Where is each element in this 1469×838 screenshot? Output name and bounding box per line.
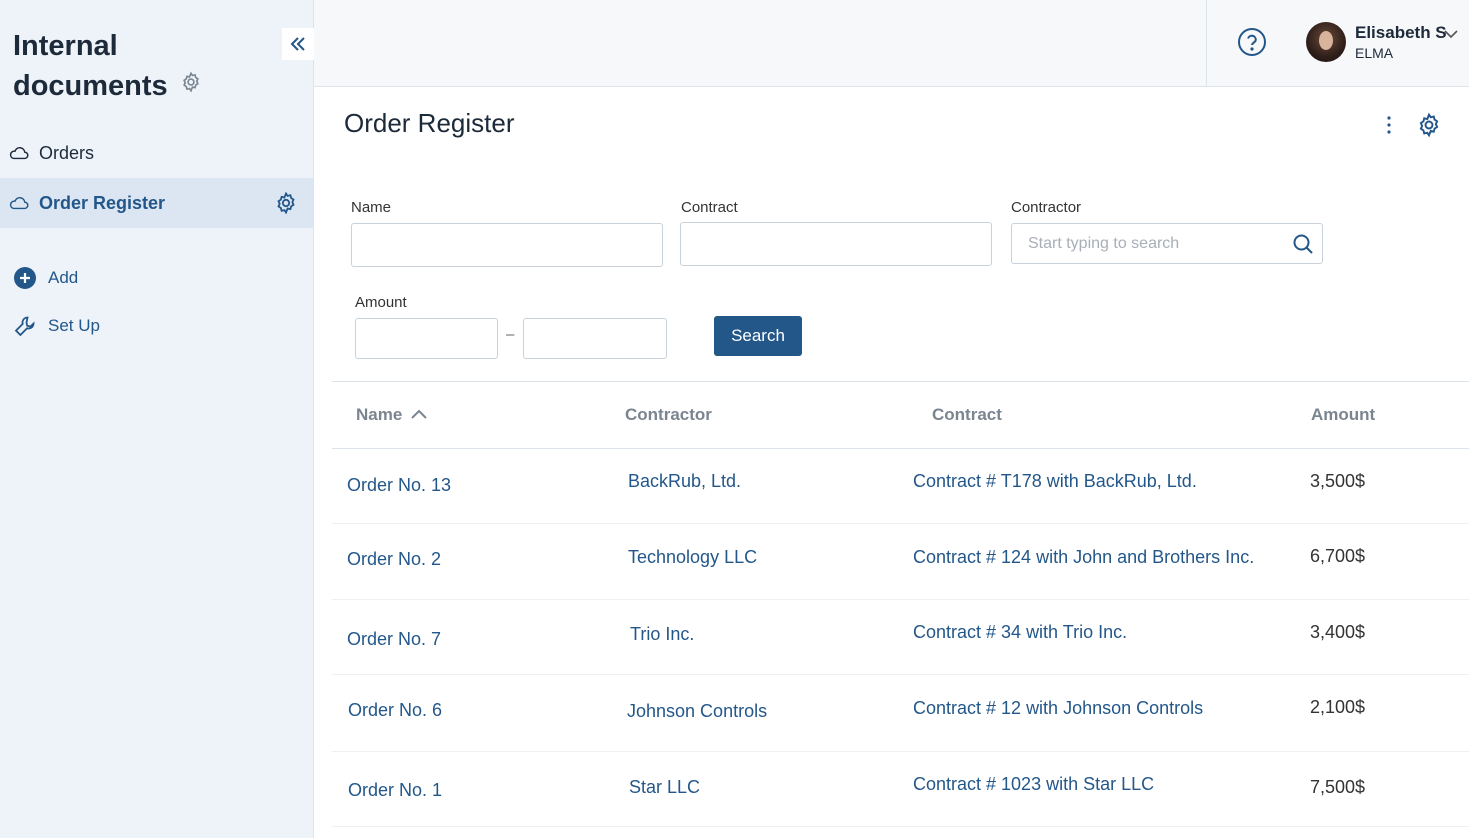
order-name-link[interactable]: Order No. 1	[348, 780, 442, 801]
amount-value: 7,500$	[1310, 777, 1366, 797]
topbar-divider	[1206, 0, 1207, 87]
row-divider	[332, 599, 1469, 600]
sidebar-item-orders[interactable]: Orders	[0, 128, 313, 178]
row-divider	[332, 751, 1469, 752]
contract-link[interactable]: Contract # T178 with BackRub, Ltd.	[913, 471, 1197, 492]
cloud-icon	[9, 196, 29, 210]
contractor-link[interactable]: Technology LLC	[628, 547, 757, 568]
amount-from-input[interactable]	[355, 318, 498, 359]
wrench-icon	[14, 316, 35, 337]
collapse-sidebar-button[interactable]	[282, 28, 314, 60]
user-org: ELMA	[1355, 45, 1394, 61]
range-separator: –	[506, 326, 515, 343]
amount-value: 2,100$	[1310, 697, 1366, 717]
row-divider	[332, 674, 1469, 675]
contract-link[interactable]: Contract # 1023 with Star LLC	[913, 774, 1154, 795]
search-icon[interactable]	[1292, 233, 1314, 260]
column-header-amount[interactable]: Amount	[1311, 405, 1375, 425]
contractor-link[interactable]: Star LLC	[629, 777, 700, 798]
order-name-link[interactable]: Order No. 13	[347, 475, 451, 496]
contractor-link[interactable]: Trio Inc.	[630, 624, 694, 645]
name-filter-label: Name	[351, 199, 392, 216]
column-header-contractor[interactable]: Contractor	[625, 405, 712, 425]
double-chevron-left-icon	[290, 37, 305, 51]
add-action[interactable]: Add	[13, 266, 78, 290]
page-settings-gear-icon[interactable]	[1416, 112, 1442, 143]
contract-link[interactable]: Contract # 12 with Johnson Controls	[913, 698, 1203, 719]
amount-value: 3,500$	[1310, 471, 1366, 491]
contract-link[interactable]: Contract # 34 with Trio Inc.	[913, 622, 1127, 643]
contractor-search-input[interactable]	[1011, 223, 1323, 264]
sidebar-item-label: Order Register	[39, 192, 166, 213]
plus-circle-icon	[14, 267, 36, 289]
row-divider	[332, 523, 1469, 524]
contractor-link[interactable]: Johnson Controls	[627, 701, 767, 722]
column-header-contract[interactable]: Contract	[932, 405, 1002, 425]
order-name-link[interactable]: Order No. 2	[347, 549, 441, 570]
help-button[interactable]	[1237, 27, 1267, 62]
amount-to-input[interactable]	[523, 318, 667, 359]
sort-ascending-icon[interactable]	[409, 405, 429, 430]
contractor-link[interactable]: BackRub, Ltd.	[628, 471, 741, 492]
search-button[interactable]: Search	[714, 316, 802, 356]
amount-value: 3,400$	[1310, 622, 1366, 642]
setup-action[interactable]: Set Up	[13, 314, 100, 338]
app-title-line2: documents	[13, 70, 168, 102]
avatar[interactable]	[1306, 22, 1346, 62]
table-header-divider	[332, 448, 1469, 449]
top-bar: Elisabeth S ELMA	[314, 0, 1469, 87]
column-header-name[interactable]: Name	[356, 405, 402, 425]
app-title-line1: Internal	[13, 30, 118, 62]
setup-label: Set Up	[48, 316, 100, 335]
row-divider	[332, 826, 1469, 827]
contract-filter-input[interactable]	[680, 222, 992, 266]
app-settings-gear-icon[interactable]	[180, 64, 202, 104]
add-label: Add	[48, 268, 79, 287]
cloud-icon	[9, 146, 29, 160]
amount-value: 6,700$	[1310, 546, 1366, 566]
contractor-filter-label: Contractor	[1011, 199, 1082, 216]
app-title: Internal documents	[13, 26, 243, 106]
order-name-link[interactable]: Order No. 6	[348, 700, 442, 721]
sidebar-item-order-register[interactable]: Order Register	[0, 178, 313, 228]
sidebar-item-label: Orders	[39, 142, 95, 163]
amount-filter-label: Amount	[355, 294, 407, 311]
table-top-divider	[332, 381, 1469, 382]
more-options-icon[interactable]	[1379, 113, 1399, 142]
user-name[interactable]: Elisabeth S	[1355, 23, 1447, 43]
sidebar: Internal documents Orders Order Register…	[0, 0, 314, 838]
page-title: Order Register	[344, 108, 515, 138]
help-icon	[1238, 28, 1266, 56]
contract-filter-label: Contract	[681, 199, 738, 216]
user-menu-chevron-down-icon[interactable]	[1444, 26, 1458, 44]
contract-link[interactable]: Contract # 124 with John and Brothers In…	[913, 547, 1254, 568]
order-name-link[interactable]: Order No. 7	[347, 629, 441, 650]
item-settings-gear-icon[interactable]	[274, 191, 298, 220]
name-filter-input[interactable]	[351, 223, 663, 267]
